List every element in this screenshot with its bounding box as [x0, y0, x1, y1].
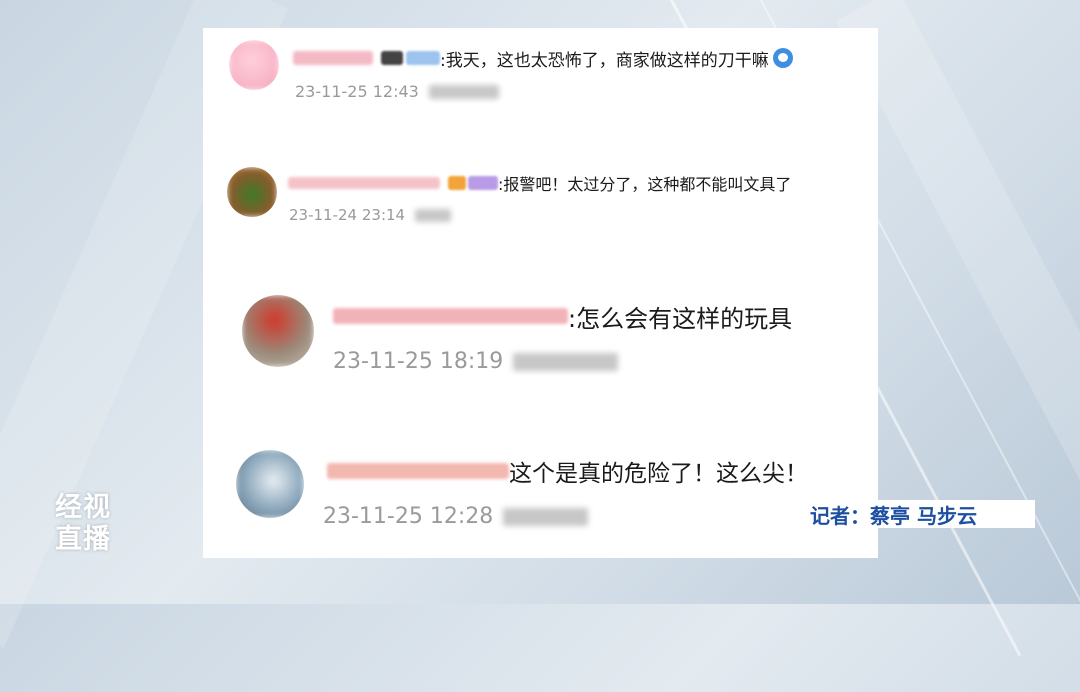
- blurred-location: [415, 208, 452, 222]
- comment-timestamp: 23-11-25 12:28: [323, 504, 494, 529]
- blurred-location: [503, 507, 589, 526]
- vip-badge-icon: [448, 176, 466, 190]
- comment-timestamp: 23-11-24 23:14: [289, 206, 406, 224]
- level-badge-icon: [406, 51, 440, 65]
- reporter-names: 记者：蔡亭 马步云: [810, 503, 977, 528]
- blurred-username[interactable]: [293, 51, 373, 65]
- level-badge-icon: [468, 176, 498, 190]
- comment-text: :报警吧！太过分了，这种都不能叫文具了: [498, 175, 792, 194]
- blurred-location: [513, 352, 619, 371]
- user-avatar[interactable]: [236, 450, 304, 518]
- logo-line-1: 经视: [55, 492, 111, 523]
- comment-text: 这个是真的危险了！这么尖！: [509, 461, 808, 487]
- comment-text: :我天，这也太恐怖了，商家做这样的刀干嘛: [440, 50, 769, 71]
- comment-screenshot-card: :我天，这也太恐怖了，商家做这样的刀干嘛 23-11-25 12:43 :报警吧…: [203, 28, 878, 558]
- doraemon-emoji-icon: [772, 48, 793, 68]
- comment-timestamp: 23-11-25 12:43: [295, 82, 419, 101]
- reporter-caption: 记者：蔡亭 马步云: [780, 500, 1035, 528]
- blurred-username[interactable]: [327, 463, 509, 479]
- user-avatar[interactable]: [227, 167, 277, 217]
- comment-item: :报警吧！太过分了，这种都不能叫文具了 23-11-24 23:14: [203, 158, 878, 268]
- logo-line-2: 直播: [55, 524, 111, 555]
- comment-item: :怎么会有这样的玩具 23-11-25 18:19: [203, 283, 878, 403]
- comment-item: :我天，这也太恐怖了，商家做这样的刀干嘛 23-11-25 12:43: [203, 28, 878, 138]
- user-avatar[interactable]: [229, 40, 279, 90]
- comment-item: 这个是真的危险了！这么尖！ 23-11-25 12:28: [203, 438, 878, 553]
- blurred-location: [428, 84, 499, 99]
- user-avatar[interactable]: [242, 295, 314, 367]
- blurred-username[interactable]: [333, 308, 568, 324]
- comment-timestamp: 23-11-25 18:19: [333, 349, 504, 374]
- channel-logo: 经视 直播: [55, 492, 121, 556]
- blurred-username[interactable]: [288, 177, 440, 189]
- vip-badge-icon: [381, 51, 403, 65]
- comment-text: :怎么会有这样的玩具: [568, 304, 793, 333]
